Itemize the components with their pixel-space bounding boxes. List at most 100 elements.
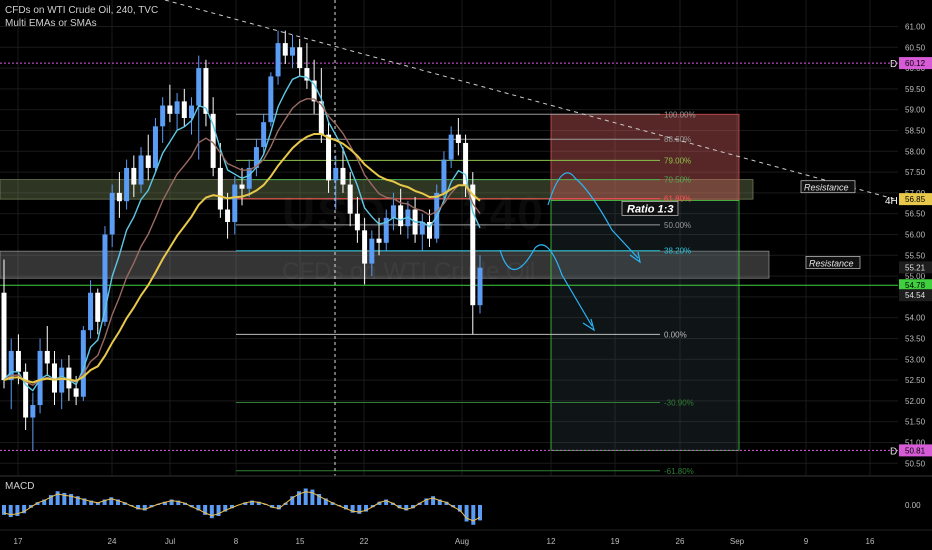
candle-body[interactable] xyxy=(362,230,368,264)
candle-body[interactable] xyxy=(340,167,346,185)
candle-body[interactable] xyxy=(44,350,50,364)
price-axis-label: 58.00 xyxy=(905,147,926,156)
candle-body[interactable] xyxy=(181,101,187,118)
fib-level-label: 0.00% xyxy=(664,330,687,339)
fib-level-label: -61.80% xyxy=(664,467,694,476)
candle-body[interactable] xyxy=(347,184,353,214)
candle-body[interactable] xyxy=(239,184,245,189)
candle-body[interactable] xyxy=(463,142,469,185)
macd-histogram-bar[interactable] xyxy=(209,505,214,519)
price-axis-label: 57.50 xyxy=(905,168,926,177)
candle-body[interactable] xyxy=(275,43,281,77)
symbol-title[interactable]: CFDs on WTI Crude Oil, 240, TVC xyxy=(5,4,158,17)
position-target-zone[interactable] xyxy=(550,199,740,451)
candle-body[interactable] xyxy=(297,47,303,69)
fib-level-label: 38.20% xyxy=(664,247,691,256)
fib-level-label: 79.00% xyxy=(664,156,691,165)
candle-body[interactable] xyxy=(95,292,101,322)
price-axis-label: 60.50 xyxy=(905,43,926,52)
price-tag-label: 55.21 xyxy=(905,263,926,272)
macd-histogram-bar[interactable] xyxy=(303,488,308,506)
fib-level-label: 100.00% xyxy=(664,110,696,119)
price-axis-label: 59.00 xyxy=(905,106,926,115)
candle-body[interactable] xyxy=(289,47,295,56)
candle-body[interactable] xyxy=(15,350,21,372)
candle-body[interactable] xyxy=(354,213,360,231)
price-tag-label: 50.81 xyxy=(905,446,926,455)
time-axis-label: 24 xyxy=(108,537,117,546)
candle-body[interactable] xyxy=(282,43,288,56)
candle-body[interactable] xyxy=(145,155,151,168)
position-stop-zone[interactable] xyxy=(550,113,740,201)
candle-body[interactable] xyxy=(174,101,180,114)
candle-body[interactable] xyxy=(268,76,274,123)
time-axis-label: 22 xyxy=(360,537,369,546)
trendline-tag: 4H xyxy=(885,196,898,207)
price-axis-label: 56.50 xyxy=(905,210,926,219)
candle-body[interactable] xyxy=(73,388,79,397)
candle-body[interactable] xyxy=(1,292,7,381)
candle-body[interactable] xyxy=(124,167,130,202)
candle-body[interactable] xyxy=(167,105,173,114)
candle-body[interactable] xyxy=(160,105,166,127)
price-chart[interactable]: DD100.00%88.60%79.00%70.50%61.80%50.00%3… xyxy=(0,0,932,550)
candle-body[interactable] xyxy=(333,167,339,181)
candle-body[interactable] xyxy=(152,126,158,168)
candle-body[interactable] xyxy=(448,134,454,160)
candle-body[interactable] xyxy=(59,367,65,393)
candle-body[interactable] xyxy=(455,134,461,143)
candle-body[interactable] xyxy=(23,371,29,418)
macd-histogram-bar[interactable] xyxy=(471,505,476,525)
price-axis-label: 53.50 xyxy=(905,334,926,343)
fib-level-label: -30.90% xyxy=(664,399,694,408)
macd-histogram-bar[interactable] xyxy=(310,489,315,505)
candle-body[interactable] xyxy=(116,192,122,202)
price-tag-label: 54.78 xyxy=(905,281,926,290)
time-axis-label: Jul xyxy=(165,537,175,546)
indicator-title[interactable]: Multi EMAs or SMAs xyxy=(5,17,158,30)
candle-body[interactable] xyxy=(390,205,396,218)
time-axis-label: 12 xyxy=(547,537,556,546)
chart-root[interactable]: USOIL, 240 CFDs on WTI Crude Oil DD100.0… xyxy=(0,0,932,550)
time-axis-label: 8 xyxy=(234,537,239,546)
price-tag-label: 60.12 xyxy=(905,59,926,68)
macd-histogram-bar[interactable] xyxy=(55,491,60,505)
price-axis-label: 53.00 xyxy=(905,355,926,364)
candle-body[interactable] xyxy=(88,292,94,331)
candle-body[interactable] xyxy=(30,405,36,418)
macd-histogram-bar[interactable] xyxy=(8,505,13,518)
macd-title[interactable]: MACD xyxy=(5,481,34,492)
fib-level-label: 70.50% xyxy=(664,176,691,185)
fib-level-label: 50.00% xyxy=(664,221,691,230)
macd-signal-line[interactable] xyxy=(3,491,481,522)
macd-axis-label: 0.00 xyxy=(905,501,921,510)
ema-mid-line[interactable] xyxy=(3,97,481,387)
candle-body[interactable] xyxy=(196,68,202,106)
candle-body[interactable] xyxy=(376,238,382,243)
price-axis-label: 54.00 xyxy=(905,314,926,323)
candle-body[interactable] xyxy=(261,122,267,148)
candle-body[interactable] xyxy=(441,159,447,193)
candle-body[interactable] xyxy=(326,134,332,181)
time-axis-label: Aug xyxy=(455,537,469,546)
price-axis-label: 61.00 xyxy=(905,22,926,31)
candle-body[interactable] xyxy=(109,192,115,235)
time-axis-label: 16 xyxy=(866,537,875,546)
candle-body[interactable] xyxy=(131,167,137,185)
candle-body[interactable] xyxy=(369,238,375,264)
candle-body[interactable] xyxy=(225,209,231,222)
resistance-label-lower: Resistance xyxy=(809,258,854,268)
candle-body[interactable] xyxy=(477,267,483,306)
candle-body[interactable] xyxy=(66,367,72,389)
resistance-label-upper: Resistance xyxy=(804,183,849,193)
price-tag-label: 54.54 xyxy=(905,291,926,300)
time-axis-label: 19 xyxy=(611,537,620,546)
ema-fast-line[interactable] xyxy=(3,75,481,392)
candle-body[interactable] xyxy=(138,155,144,185)
time-axis-label: 26 xyxy=(676,537,685,546)
candle-body[interactable] xyxy=(232,184,238,222)
candle-body[interactable] xyxy=(217,167,223,210)
level-tag: D xyxy=(890,446,897,457)
candle-body[interactable] xyxy=(398,205,404,227)
candle-body[interactable] xyxy=(246,167,252,189)
